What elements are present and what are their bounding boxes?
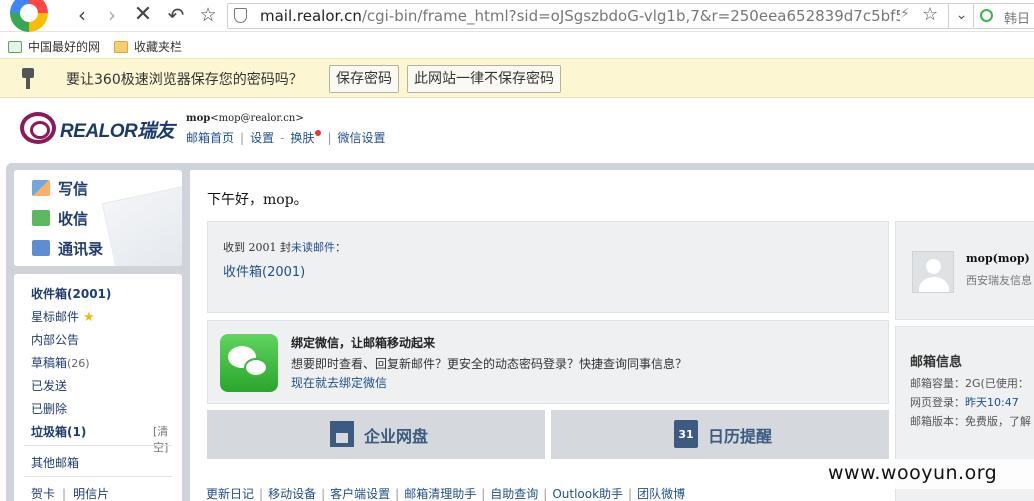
folder-spam[interactable]: 垃圾箱(1) [31, 423, 86, 440]
save-password-bar: 要让360极速浏览器保存您的密码吗？ 保存密码 此网站一律不保存密码 [0, 58, 1034, 98]
quick-actions-panel: 写信 收信 通讯录 [14, 170, 182, 266]
bolt-icon[interactable]: ⚡ [900, 6, 910, 22]
login-info: 网页登录：昨天10:47 [910, 396, 1019, 409]
undo-icon[interactable]: ↶ [164, 4, 188, 28]
watermark: www.wooyun.org [816, 459, 1034, 489]
key-icon [22, 68, 34, 90]
stop-icon[interactable]: ✕ [131, 4, 155, 28]
netdisk-tile[interactable]: 企业网盘 [207, 410, 545, 459]
greeting: 下午好，mop。 [207, 192, 308, 208]
never-save-button[interactable]: 此网站一律不保存密码 [407, 65, 561, 93]
contacts-button[interactable]: 通讯录 [32, 238, 103, 262]
folder-inbox[interactable]: 收件箱(2001) [31, 285, 111, 302]
folder-notice[interactable]: 内部公告 [31, 331, 79, 348]
calendar-icon: 31 [674, 420, 698, 448]
browser-logo-icon[interactable] [10, 0, 48, 32]
user-identity: mop<mop@realor.cn> [186, 113, 304, 124]
receive-button[interactable]: 收信 [32, 208, 88, 232]
profile-name: mop(mop) [966, 252, 1030, 265]
nav-settings[interactable]: 设置 [250, 131, 274, 145]
top-nav: 邮箱首页 | 设置 - 换肤 | 微信设置 [186, 130, 386, 145]
search-input[interactable]: 韩日 [1004, 8, 1030, 27]
cards-links: 贺卡 | 明信片 [31, 487, 110, 501]
wechat-title: 绑定微信，让邮箱移动起来 [291, 336, 436, 350]
favorite-star-icon[interactable]: ☆ [196, 4, 220, 28]
bottom-links: 更新日记 | 移动设备 | 客户端设置 | 邮箱清理助手 | 自助查询 | Outlook助手 | 团队… [206, 487, 686, 501]
link-outlook[interactable]: Outlook助手 [552, 487, 623, 501]
nav-wechat-settings[interactable]: 微信设置 [337, 131, 385, 145]
notification-dot [315, 130, 322, 136]
link-cards[interactable]: 贺卡 [31, 487, 55, 501]
shield-icon [234, 8, 247, 23]
bookmark-item[interactable]: 中国最好的网 [8, 38, 100, 55]
link-postcards[interactable]: 明信片 [73, 487, 109, 501]
download-icon [32, 210, 50, 226]
unread-mail-link[interactable]: 未读邮件 [291, 241, 335, 254]
link-mobile[interactable]: 移动设备 [268, 487, 316, 501]
forward-icon[interactable]: › [100, 4, 124, 28]
bind-wechat-link[interactable]: 现在就去绑定微信 [291, 374, 387, 391]
save-password-message: 要让360极速浏览器保存您的密码吗？ [66, 72, 303, 88]
mailbox-info-title: 邮箱信息 [910, 355, 963, 370]
version-info: 邮箱版本：免费版，了解 [910, 415, 1031, 428]
contacts-icon [32, 240, 50, 256]
nav-skin[interactable]: 换肤 [290, 131, 314, 145]
divider [24, 445, 172, 446]
star-icon: ★ [83, 310, 95, 325]
browser-toolbar: ‹ › ✕ ↶ ☆ mail.realor.cn/cgi-bin/frame_h… [0, 0, 1034, 32]
folder-list: 收件箱(2001) 星标邮件 ★ 内部公告 草稿箱(26) 已发送 已删除 垃圾箱… [14, 274, 182, 501]
compose-button[interactable]: 写信 [32, 178, 88, 202]
profile-org: 西安瑞友信息 [966, 274, 1032, 287]
search-box[interactable]: 韩日 [974, 3, 1034, 29]
link-changelog[interactable]: 更新日记 [206, 487, 254, 501]
chevron-down-icon[interactable]: ⌄ [948, 3, 974, 29]
address-bar[interactable]: mail.realor.cn/cgi-bin/frame_html?sid=oJ… [227, 3, 974, 29]
link-weibo[interactable]: 团队微博 [637, 487, 685, 501]
star-icon[interactable]: ☆ [922, 4, 938, 25]
logo-icon [20, 112, 56, 144]
link-cleanup[interactable]: 邮箱清理助手 [404, 487, 476, 501]
avatar[interactable] [912, 251, 954, 293]
inbox-link[interactable]: 收件箱(2001) [223, 261, 305, 280]
save-password-button[interactable]: 保存密码 [329, 65, 399, 93]
clear-spam-link[interactable]: [清空] [153, 423, 182, 455]
envelope-decoration [101, 182, 182, 266]
folder-drafts[interactable]: 草稿箱(26) [31, 354, 90, 371]
capacity-info: 邮箱容量：2G(已使用： [910, 377, 1029, 390]
folder-icon [114, 41, 128, 53]
link-self-query[interactable]: 自助查询 [490, 487, 538, 501]
back-icon[interactable]: ‹ [70, 4, 94, 28]
wechat-icon [220, 334, 278, 392]
divider [24, 476, 172, 477]
folder-deleted[interactable]: 已删除 [31, 400, 67, 417]
disk-icon [330, 421, 354, 447]
site-icon [8, 41, 22, 53]
folder-other[interactable]: 其他邮箱 [31, 454, 79, 471]
wechat-description: 想要即时查看、回复新邮件？更安全的动态密码登录？快捷查询同事信息？ [291, 357, 688, 371]
compose-icon [32, 180, 50, 196]
nav-home[interactable]: 邮箱首页 [186, 131, 234, 145]
received-summary: 收到 2001 封未读邮件： [223, 241, 346, 254]
bookmark-folder[interactable]: 收藏夹栏 [114, 38, 182, 55]
calendar-tile[interactable]: 31 日历提醒 [551, 410, 889, 459]
url-text[interactable]: mail.realor.cn/cgi-bin/frame_html?sid=oJ… [260, 7, 900, 25]
search-icon [980, 9, 993, 22]
bookmarks-bar: 中国最好的网 收藏夹栏 [0, 32, 1034, 58]
folder-starred[interactable]: 星标邮件 ★ [31, 308, 95, 325]
folder-sent[interactable]: 已发送 [31, 377, 67, 394]
unread-summary-box [207, 221, 889, 313]
link-client-settings[interactable]: 客户端设置 [330, 487, 390, 501]
